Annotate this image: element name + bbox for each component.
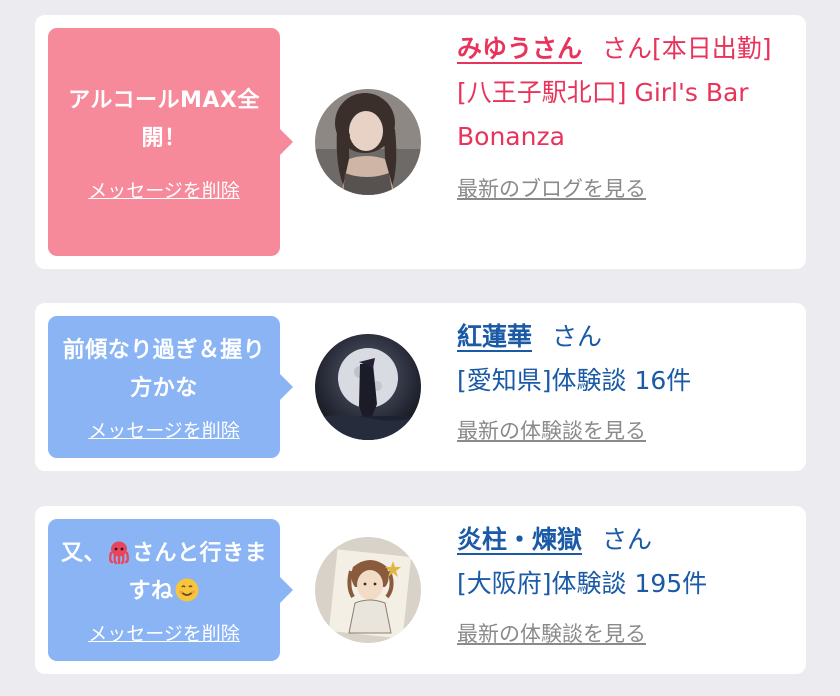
message-text-part: 又、 [60, 540, 106, 566]
octopus-emoji-icon [109, 541, 129, 564]
name-suffix: さん[本日出勤] [602, 34, 772, 63]
avatar-photo [315, 89, 421, 195]
profile-name-link[interactable]: 紅蓮華 [457, 322, 532, 351]
experience-detail: [大阪府]体験談 195件 [457, 569, 708, 598]
name-suffix: さん [602, 525, 653, 554]
profile-info: みゆうさん さん[本日出勤] [八王子駅北口] Girl's Bar Bonanz… [457, 27, 797, 205]
delete-message-link[interactable]: メッセージを削除 [88, 416, 240, 443]
message-bubble: 前傾なり過ぎ＆握り方かな メッセージを削除 [48, 316, 293, 458]
message-list: アルコールMAX全開！ メッセージを削除 みゆうさん さん[本日出勤] [八王子駅… [0, 0, 840, 696]
message-card: 前傾なり過ぎ＆握り方かな メッセージを削除 紅蓮華 さん [愛知県]体験談 16… [35, 303, 806, 471]
view-latest-review-link[interactable]: 最新の体験談を見る [457, 415, 797, 447]
message-text: 前傾なり過ぎ＆握り方かな [62, 337, 266, 401]
message-text: 又、 さんと行きますね [56, 535, 272, 611]
avatar[interactable] [315, 334, 421, 440]
name-suffix: さん [552, 322, 603, 351]
view-latest-blog-link[interactable]: 最新のブログを見る [457, 173, 797, 205]
profile-info: 紅蓮華 さん [愛知県]体験談 16件 最新の体験談を見る [457, 315, 797, 447]
avatar-photo [315, 334, 421, 440]
profile-name-link[interactable]: みゆうさん [457, 34, 582, 63]
delete-message-link[interactable]: メッセージを削除 [88, 176, 240, 203]
message-card: 又、 さんと行きますね メッセージを削除 炎柱・煉獄 さん [大阪府]体験談 1… [35, 506, 806, 674]
experience-detail: [愛知県]体験談 16件 [457, 366, 692, 395]
profile-name-link[interactable]: 炎柱・煉獄 [457, 525, 582, 554]
delete-message-link[interactable]: メッセージを削除 [88, 619, 240, 646]
shop-detail: [八王子駅北口] Girl's Bar Bonanza [457, 78, 749, 151]
view-latest-review-link[interactable]: 最新の体験談を見る [457, 618, 797, 650]
message-text: アルコールMAX全開！ [68, 87, 260, 151]
message-card: アルコールMAX全開！ メッセージを削除 みゆうさん さん[本日出勤] [八王子駅… [35, 15, 806, 269]
smiling-face-emoji-icon [175, 578, 198, 601]
avatar[interactable] [315, 537, 421, 643]
profile-info: 炎柱・煉獄 さん [大阪府]体験談 195件 最新の体験談を見る [457, 518, 797, 650]
avatar[interactable] [315, 89, 421, 195]
message-bubble: アルコールMAX全開！ メッセージを削除 [48, 28, 293, 256]
message-bubble: 又、 さんと行きますね メッセージを削除 [48, 519, 293, 661]
avatar-photo [315, 537, 421, 643]
